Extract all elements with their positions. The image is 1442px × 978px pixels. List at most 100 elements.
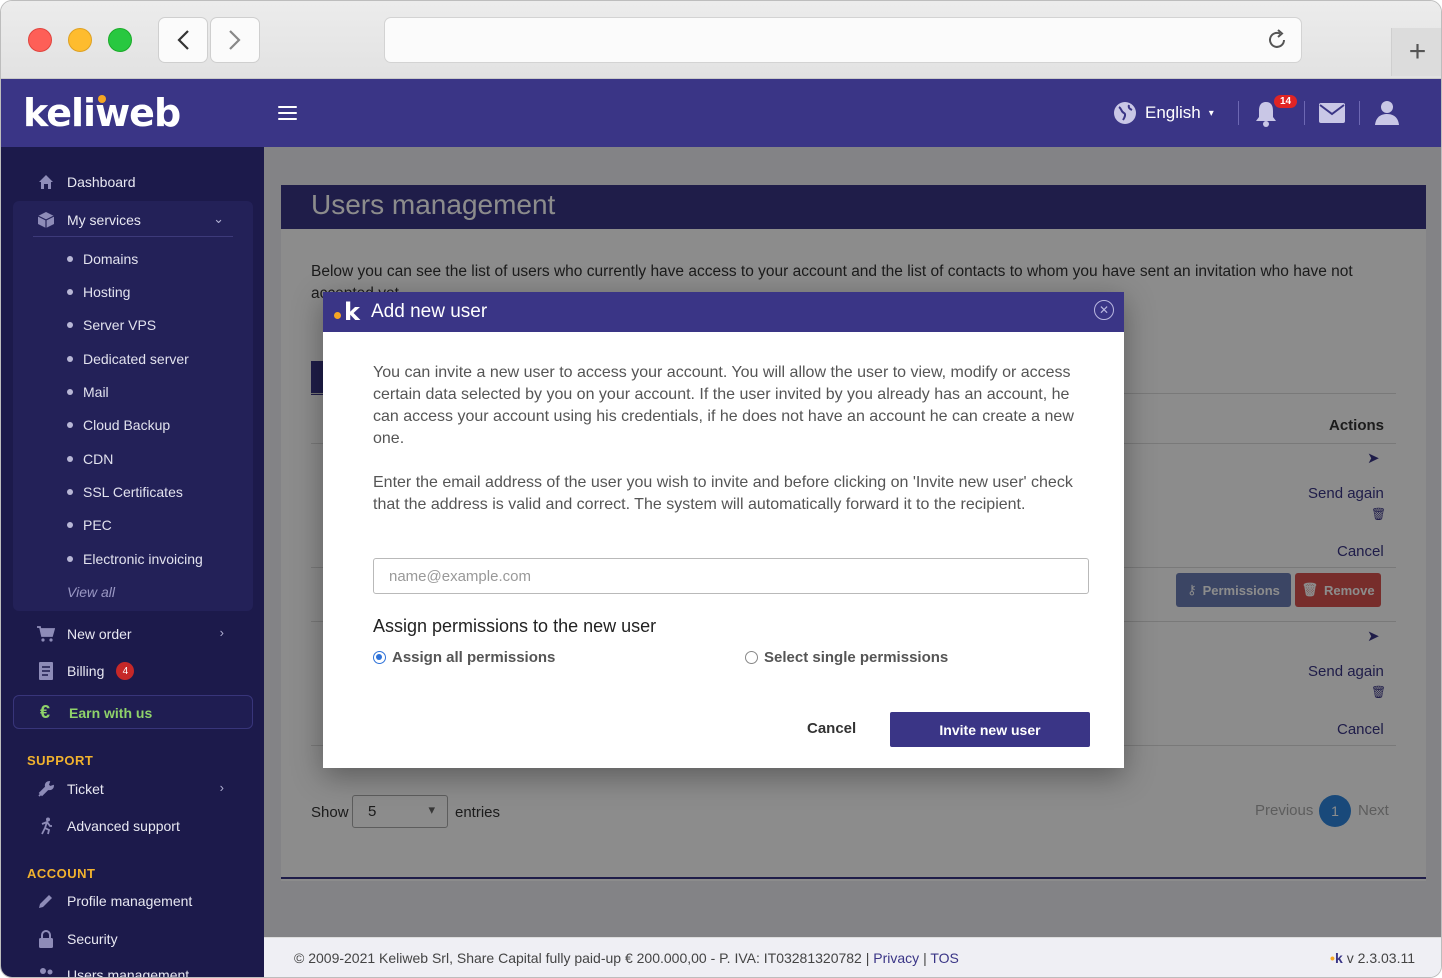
sidebar-subitem-pec[interactable]: PEC xyxy=(67,517,112,533)
version-text: v 2.3.03.11 xyxy=(1346,950,1415,966)
earn-with-us-button[interactable]: € Earn with us xyxy=(13,695,253,729)
email-input[interactable] xyxy=(373,558,1089,594)
radio-assign-all[interactable]: Assign all permissions xyxy=(373,649,555,666)
app-header: keliweb English ▾ 14 xyxy=(1,79,1441,147)
sidebar-item-label: Ticket xyxy=(67,781,104,797)
running-person-icon xyxy=(37,817,55,835)
globe-icon xyxy=(1114,102,1136,124)
sidebar-subitem-domains[interactable]: Domains xyxy=(67,251,138,267)
radio-button-checked[interactable] xyxy=(373,651,386,664)
permissions-title: Assign permissions to the new user xyxy=(373,616,657,636)
view-all-link[interactable]: View all xyxy=(67,584,115,600)
box-icon xyxy=(37,211,55,229)
header-divider xyxy=(1238,101,1239,125)
logo-dot xyxy=(98,95,106,103)
euro-icon: € xyxy=(40,702,51,722)
privacy-link[interactable]: Privacy xyxy=(873,950,919,966)
home-icon xyxy=(37,173,55,191)
radio-label: Assign all permissions xyxy=(392,649,556,666)
reload-icon[interactable] xyxy=(1265,28,1289,52)
sidebar-subitem-mail[interactable]: Mail xyxy=(67,384,109,400)
earn-label: Earn with us xyxy=(69,705,153,721)
sidebar-subitem-dedicated-server[interactable]: Dedicated server xyxy=(67,351,189,367)
sidebar-item-label: My services xyxy=(67,212,141,228)
sidebar-subitem-cdn[interactable]: CDN xyxy=(67,451,113,467)
chevron-right-icon xyxy=(229,30,241,50)
plus-icon: + xyxy=(1408,35,1427,68)
sidebar-item-my-services[interactable]: My services xyxy=(37,209,141,231)
radio-select-single[interactable]: Select single permissions xyxy=(745,649,948,666)
sidebar-subitem-electronic-invoicing[interactable]: Electronic invoicing xyxy=(67,551,203,567)
language-selector[interactable]: English ▾ xyxy=(1113,101,1214,125)
notifications-badge: 14 xyxy=(1274,95,1298,108)
users-icon xyxy=(37,966,55,977)
tos-link[interactable]: TOS xyxy=(930,950,959,966)
chevron-right-icon[interactable]: › xyxy=(220,780,224,795)
sidebar-item-label: New order xyxy=(67,626,132,642)
radio-label: Select single permissions xyxy=(764,649,949,666)
footer: © 2009-2021 Keliweb Srl, Share Capital f… xyxy=(264,937,1441,977)
mail-icon[interactable] xyxy=(1319,103,1345,123)
sidebar-item-label: Profile management xyxy=(67,893,193,909)
invoice-icon xyxy=(37,662,55,680)
browser-window: + keliweb English ▾ 14 Dashboard My serv… xyxy=(0,0,1442,978)
invite-new-user-button[interactable]: Invite new user xyxy=(890,712,1090,747)
forward-button[interactable] xyxy=(210,17,260,63)
back-button[interactable] xyxy=(158,17,208,63)
pencil-icon xyxy=(37,892,55,910)
sidebar-item-ticket[interactable]: Ticket xyxy=(37,778,104,800)
sidebar-item-billing[interactable]: Billing 4 xyxy=(37,660,135,682)
chevron-right-icon[interactable]: › xyxy=(220,625,224,640)
close-icon[interactable]: ✕ xyxy=(1094,300,1114,320)
version-info: •k v 2.3.03.11 xyxy=(1330,950,1415,966)
tools-icon xyxy=(37,780,55,798)
language-label: English xyxy=(1145,103,1201,122)
modal-title: Add new user xyxy=(371,301,488,322)
sidebar-item-new-order[interactable]: New order xyxy=(37,623,132,645)
sidebar-item-label: Security xyxy=(67,931,118,947)
account-section-title: ACCOUNT xyxy=(27,866,96,881)
minimize-window-button[interactable] xyxy=(68,28,92,52)
sidebar-item-users-management[interactable]: Users management xyxy=(37,964,190,978)
menu-toggle-icon[interactable] xyxy=(278,106,297,124)
keliweb-k-logo: k xyxy=(344,298,360,326)
cart-icon xyxy=(37,625,55,643)
copyright-text: © 2009-2021 Keliweb Srl, Share Capital f… xyxy=(294,950,870,966)
new-tab-button[interactable]: + xyxy=(1391,28,1441,76)
cancel-button[interactable]: Cancel xyxy=(807,720,856,737)
modal-header: k Add new user ✕ xyxy=(323,292,1124,332)
caret-down-icon: ▾ xyxy=(1208,107,1214,119)
maximize-window-button[interactable] xyxy=(108,28,132,52)
sidebar-item-label: Advanced support xyxy=(67,818,180,834)
sidebar-subitem-cloud-backup[interactable]: Cloud Backup xyxy=(67,417,170,433)
user-icon[interactable] xyxy=(1374,99,1400,125)
services-divider xyxy=(33,236,233,237)
sidebar-subitem-hosting[interactable]: Hosting xyxy=(67,284,130,300)
header-divider xyxy=(1359,101,1360,125)
sidebar-item-label: Users management xyxy=(67,967,190,978)
sidebar-item-label: Billing xyxy=(67,663,105,679)
modal-logo-dot xyxy=(334,312,341,319)
radio-button[interactable] xyxy=(745,651,758,664)
sidebar-item-label: Dashboard xyxy=(67,174,136,190)
address-bar[interactable] xyxy=(384,17,1302,63)
billing-badge: 4 xyxy=(116,662,135,680)
sidebar-item-security[interactable]: Security xyxy=(37,928,118,950)
lock-icon xyxy=(37,930,55,948)
add-user-modal: k Add new user ✕ You can invite a new us… xyxy=(323,292,1124,768)
chevron-down-icon[interactable]: ⌄ xyxy=(213,211,224,227)
sidebar-item-advanced-support[interactable]: Advanced support xyxy=(37,815,180,837)
sidebar-subitem-ssl-certificates[interactable]: SSL Certificates xyxy=(67,484,183,500)
sidebar: Dashboard My services ⌄ Domains Hosting … xyxy=(1,147,264,978)
footer-separator: | xyxy=(923,950,927,966)
close-window-button[interactable] xyxy=(28,28,52,52)
sidebar-item-dashboard[interactable]: Dashboard xyxy=(37,171,136,193)
footer-text: © 2009-2021 Keliweb Srl, Share Capital f… xyxy=(294,950,959,966)
sidebar-item-profile-management[interactable]: Profile management xyxy=(37,890,192,912)
sidebar-subitem-server-vps[interactable]: Server VPS xyxy=(67,317,156,333)
support-section-title: SUPPORT xyxy=(27,753,94,768)
keliweb-mini-logo: •k xyxy=(1330,950,1343,966)
header-divider xyxy=(1304,101,1305,125)
browser-chrome: + xyxy=(1,1,1441,79)
modal-intro-text: You can invite a new user to access your… xyxy=(373,364,1074,447)
